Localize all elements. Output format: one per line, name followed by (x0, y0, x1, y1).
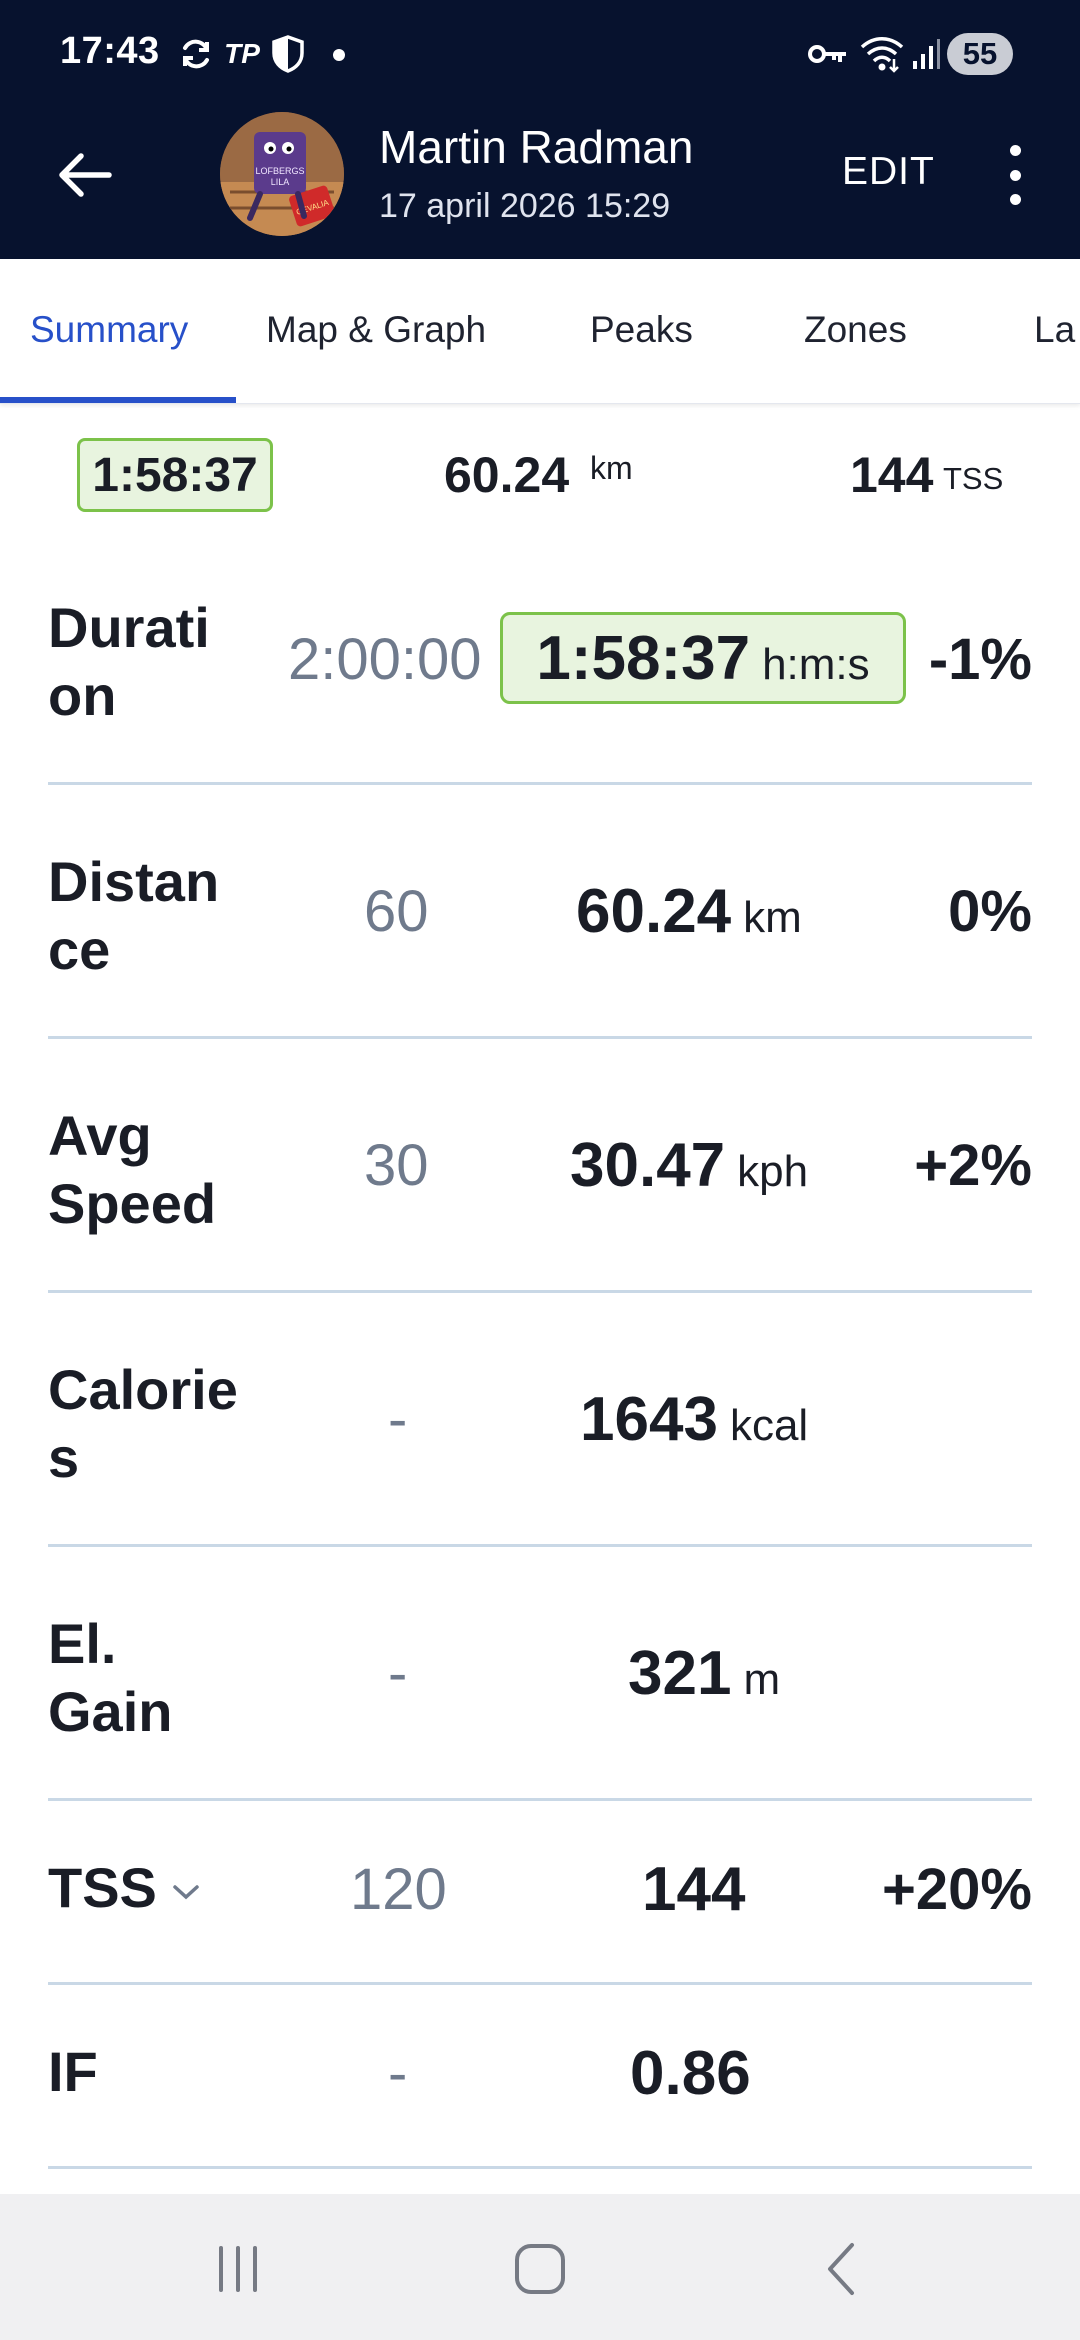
home-icon (515, 2244, 565, 2294)
metric-pct: 0% (948, 879, 1032, 944)
metric-actual-value: 60.24 (576, 877, 732, 946)
metric-planned: 2:00:00 (288, 627, 482, 692)
active-tab-indicator (0, 397, 236, 403)
chevron-down-icon (173, 1885, 199, 1900)
tab-peaks[interactable]: Peaks (590, 309, 693, 351)
summary-tss-unit: TSS (943, 461, 1004, 496)
tab-summary[interactable]: Summary (30, 309, 188, 351)
recents-icon (219, 2246, 257, 2292)
metric-actual: 144 (642, 1854, 745, 1925)
metric-actual-unit: kph (737, 1147, 809, 1196)
home-button[interactable] (500, 2234, 580, 2304)
signal-icon (910, 34, 942, 74)
metric-row-distance: Distance 60 60.24 km 0% (48, 784, 1032, 1039)
more-vert-icon[interactable] (1000, 145, 1030, 205)
tab-map-graph[interactable]: Map & Graph (266, 309, 486, 351)
status-time: 17:43 (60, 30, 160, 72)
summary-distance: 60.24 (444, 447, 570, 503)
tab-laps[interactable]: La (1034, 309, 1075, 351)
metric-planned: 120 (350, 1857, 447, 1922)
metric-actual-unit: m (743, 1655, 781, 1704)
metric-actual-unit: km (743, 893, 802, 942)
metric-planned: - (388, 2041, 408, 2106)
metric-row-if: IF - 0.86 (48, 1984, 1032, 2169)
metric-actual-value: 1:58:37 (536, 623, 751, 693)
system-nav-bar (0, 2194, 1080, 2340)
metric-actual: 60.24 km (576, 876, 802, 947)
metric-actual: 30.47 kph (570, 1130, 808, 1201)
metric-actual: 1:58:37 h:m:s (536, 623, 869, 694)
metric-pct: -1% (928, 627, 1032, 692)
metric-pct: +2% (914, 1133, 1032, 1198)
workout-date: 17 april 2026 15:29 (379, 187, 671, 225)
edit-button[interactable]: EDIT (842, 150, 935, 194)
athlete-name: Martin Radman (379, 121, 694, 173)
metric-planned: 60 (364, 879, 429, 944)
metric-actual-value: 144 (642, 1855, 746, 1924)
metric-planned: - (388, 1641, 408, 1706)
summary-tss: 144 (850, 447, 934, 503)
summary-duration: 1:58:37 (77, 438, 273, 512)
metric-label: TSS (48, 1856, 157, 1919)
metric-planned: - (388, 1387, 408, 1452)
nav-back-button[interactable] (802, 2234, 882, 2304)
metric-actual: 1643 kcal (580, 1384, 808, 1455)
metric-actual-unit: h:m:s (762, 639, 870, 689)
app-header: 17:43 TP 55 LOFBERGS LILA GEVALIA Martin… (0, 0, 1080, 259)
vpn-key-icon (806, 34, 850, 74)
metric-label: Distance (48, 850, 220, 981)
recents-button[interactable] (198, 2234, 278, 2304)
tp-icon: TP (224, 38, 260, 69)
metric-label: Duration (48, 596, 210, 727)
status-bar: 17:43 TP 55 (0, 0, 1080, 110)
metric-actual-unit: kcal (729, 1401, 809, 1450)
metric-row-tss: TSS 120 144 +20% (48, 1800, 1032, 1985)
metric-row-elevation-gain: El. Gain - 321 m (48, 1546, 1032, 1801)
tab-zones[interactable]: Zones (804, 309, 907, 351)
metric-actual: 321 m (628, 1638, 780, 1709)
metric-label-dropdown[interactable]: TSS (48, 1854, 308, 1922)
back-button[interactable] (50, 145, 120, 205)
metric-actual-value: 0.86 (630, 2039, 751, 2108)
svg-text:LILA: LILA (271, 177, 290, 187)
metric-actual: 0.86 (630, 2038, 751, 2109)
notification-dot-icon (333, 49, 345, 61)
metric-label: El. Gain (48, 1612, 173, 1743)
battery-icon: 55 (947, 33, 1013, 75)
tab-bar: Summary Map & Graph Peaks Zones La (0, 259, 1080, 404)
metric-actual-value: 30.47 (570, 1131, 726, 1200)
metric-actual-value: 1643 (580, 1385, 718, 1454)
metric-planned: 30 (364, 1133, 429, 1198)
metric-actual-highlight: 1:58:37 h:m:s (500, 612, 906, 704)
metric-label: Avg Speed (48, 1104, 217, 1235)
nav-back-icon (828, 2243, 854, 2295)
shield-icon (270, 34, 306, 74)
summary-distance-unit: km (590, 450, 633, 486)
metric-label: Calories (48, 1358, 238, 1489)
wifi-icon (858, 34, 906, 74)
metric-row-duration: Duration 2:00:00 1:58:37 h:m:s -1% (48, 578, 1032, 785)
sync-icon (176, 34, 216, 74)
metric-actual-value: 321 (628, 1639, 732, 1708)
avatar[interactable]: LOFBERGS LILA GEVALIA (220, 112, 344, 236)
svg-text:LOFBERGS: LOFBERGS (255, 166, 304, 176)
metric-row-calories: Calories - 1643 kcal (48, 1292, 1032, 1547)
metric-label: IF (48, 2040, 98, 2103)
metric-row-avg-speed: Avg Speed 30 30.47 kph +2% (48, 1038, 1032, 1293)
back-arrow-icon (59, 153, 112, 197)
metric-pct: +20% (882, 1857, 1032, 1922)
